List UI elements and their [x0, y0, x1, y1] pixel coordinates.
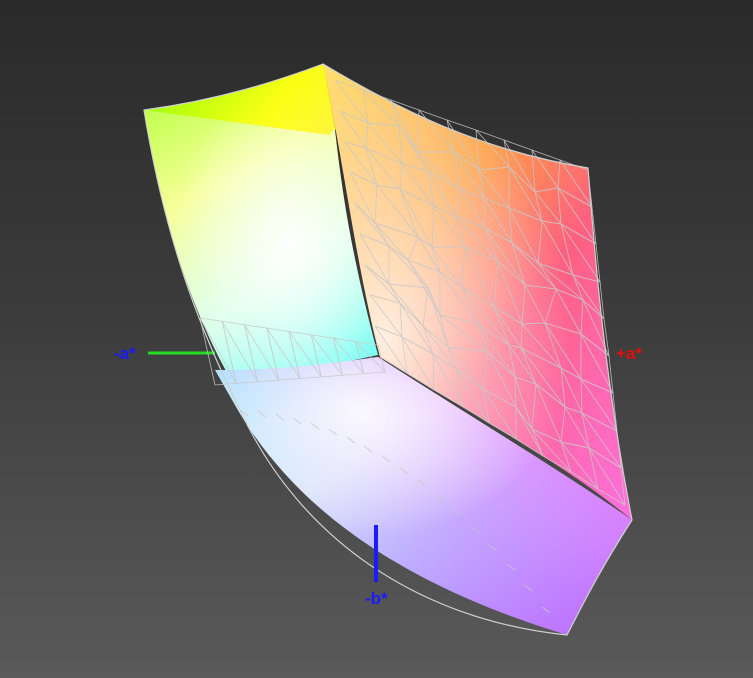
neg-b-axis-label: -b*: [365, 589, 388, 608]
gamut-view: -a* +a* -b*: [0, 0, 753, 678]
neg-a-axis-label: -a*: [114, 344, 136, 363]
gamut-plot: [143, 63, 633, 636]
pos-a-axis-label: +a*: [616, 344, 642, 363]
